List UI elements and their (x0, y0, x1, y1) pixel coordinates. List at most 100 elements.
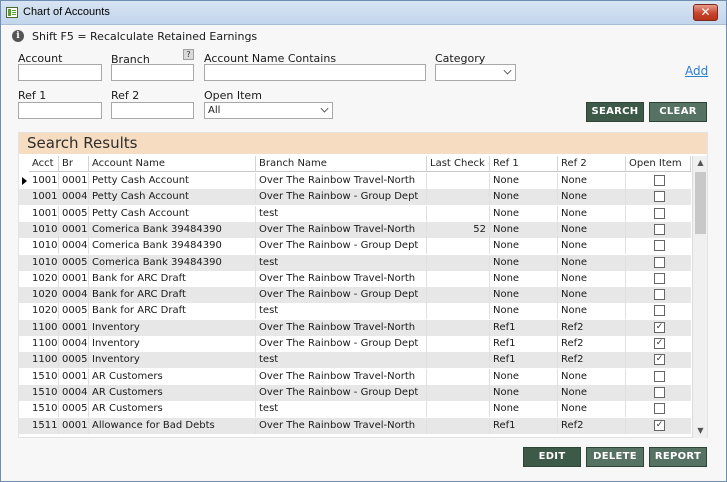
col-br-header[interactable]: Br (59, 156, 89, 172)
cell-name: Bank for ARC Draft (89, 287, 256, 304)
table-row[interactable]: 1510 0004 AR Customers Over The Rainbow - G… (19, 384, 691, 401)
cell-name: Inventory (89, 352, 256, 369)
cell-branch: Over The Rainbow Travel-North (256, 368, 427, 385)
table-row[interactable]: 1020 0004 Bank for ARC Draft Over The Rainb… (19, 287, 691, 304)
open-item-checkbox[interactable]: ✓ (654, 419, 665, 431)
cell-ref2: None (558, 221, 626, 238)
table-row[interactable]: 1001 0001 Petty Cash Account Over The Rainb… (19, 173, 691, 189)
cell-ref1: None (490, 238, 558, 255)
cell-ref1: None (490, 287, 558, 304)
ref1-label: Ref 1 (18, 89, 47, 102)
table-row[interactable]: 1001 0004 Petty Cash Account Over The Rainb… (19, 189, 691, 206)
chevron-down-icon (503, 66, 512, 75)
open-item-checkbox[interactable]: ✓ (654, 338, 665, 349)
col-last-check-header[interactable]: Last Check # (427, 156, 490, 172)
open-item-value: All (208, 105, 221, 116)
cell-acct: 1001 (29, 205, 59, 222)
open-item-checkbox[interactable] (654, 240, 665, 252)
cell-branch: test (256, 401, 427, 418)
edit-button[interactable]: EDIT (523, 447, 581, 467)
close-button[interactable]: ✕ (693, 4, 718, 21)
table-row[interactable]: 1510 0001 AR Customers Over The Rainbow Tra… (19, 368, 691, 385)
table-row[interactable]: 1010 0001 Comerica Bank 39484390 Over The R… (19, 221, 691, 238)
cell-ref1: Ref1 (490, 352, 558, 369)
results-grid: Acct Br Account Name Branch Name Last Check … (19, 156, 707, 438)
cell-branch: test (256, 303, 427, 320)
open-item-checkbox[interactable]: ✓ (654, 354, 665, 366)
account-field[interactable] (18, 64, 102, 81)
ref2-field[interactable] (111, 102, 194, 119)
clear-button[interactable]: CLEAR (649, 102, 707, 122)
cell-br: 0001 (59, 221, 89, 238)
report-button[interactable]: REPORT (649, 447, 707, 467)
cell-ref2: None (558, 173, 626, 189)
table-row[interactable]: 1010 0004 Comerica Bank 39484390 Over The R… (19, 238, 691, 255)
account-name-contains-field[interactable] (204, 64, 426, 81)
col-ref1-header[interactable]: Ref 1 (490, 156, 558, 172)
cell-branch: Over The Rainbow - Group Dept (256, 384, 427, 401)
cell-name: AR Customers (89, 368, 256, 385)
cell-branch: Over The Rainbow Travel-North (256, 270, 427, 287)
col-branch-name-header[interactable]: Branch Name (256, 156, 427, 172)
cell-acct: 1510 (29, 401, 59, 418)
col-ref2-header[interactable]: Ref 2 (558, 156, 626, 172)
cell-ref1: None (490, 205, 558, 222)
vertical-scrollbar[interactable]: ▲ ▼ (692, 156, 707, 438)
scroll-down-icon[interactable]: ▼ (693, 424, 708, 438)
ref1-field[interactable] (18, 102, 102, 119)
cell-ref2: None (558, 238, 626, 255)
table-row[interactable]: 1001 0005 Petty Cash Account test None None (19, 205, 691, 222)
delete-button[interactable]: DELETE (586, 447, 644, 467)
table-row[interactable]: 1510 0005 AR Customers test None None (19, 401, 691, 418)
cell-ref1: None (490, 189, 558, 206)
search-button[interactable]: SEARCH (586, 102, 644, 122)
open-item-checkbox[interactable] (654, 223, 665, 235)
cell-ref1: Ref1 (490, 336, 558, 352)
open-item-checkbox[interactable] (654, 386, 665, 398)
open-item-checkbox[interactable] (654, 403, 665, 415)
branch-help-icon[interactable]: ? (183, 49, 194, 60)
table-row[interactable]: 1020 0005 Bank for ARC Draft test None None (19, 303, 691, 320)
open-item-checkbox[interactable] (654, 305, 665, 317)
cell-br: 0005 (59, 352, 89, 369)
open-item-checkbox[interactable] (654, 272, 665, 284)
cell-last-check (427, 336, 490, 352)
open-item-checkbox[interactable]: ✓ (654, 321, 665, 333)
table-row[interactable]: 1010 0005 Comerica Bank 39484390 test None No… (19, 254, 691, 271)
cell-last-check (427, 384, 490, 401)
form-content: i Shift F5 = Recalculate Retained Earnin… (2, 26, 726, 481)
table-row[interactable]: 1511 0001 Allowance for Bad Debts Over The … (19, 417, 691, 434)
col-acct-header[interactable]: Acct (29, 156, 59, 172)
table-row[interactable]: 1100 0001 Inventory Over The Rainbow Travel… (19, 319, 691, 336)
cell-acct: 1100 (29, 352, 59, 369)
cell-ref1: Ref1 (490, 319, 558, 336)
open-item-checkbox[interactable] (654, 370, 665, 382)
col-account-name-header[interactable]: Account Name (89, 156, 256, 172)
cell-br: 0005 (59, 254, 89, 271)
cell-br: 0001 (59, 417, 89, 434)
open-item-checkbox[interactable] (654, 191, 665, 203)
branch-field[interactable] (111, 64, 194, 81)
add-link[interactable]: Add (685, 64, 708, 78)
table-row[interactable]: 1100 0005 Inventory test Ref1 Ref2 ✓ (19, 352, 691, 369)
open-item-select[interactable]: All (204, 102, 333, 119)
cell-br: 0005 (59, 303, 89, 320)
cell-last-check (427, 254, 490, 271)
cell-br: 0004 (59, 384, 89, 401)
cell-acct: 1001 (29, 173, 59, 189)
cell-br: 0004 (59, 238, 89, 255)
cell-br: 0005 (59, 401, 89, 418)
open-item-checkbox[interactable] (654, 256, 665, 268)
col-open-item-header[interactable]: Open Item (626, 156, 691, 172)
scroll-up-icon[interactable]: ▲ (693, 156, 708, 170)
category-select[interactable] (435, 64, 516, 81)
scroll-thumb[interactable] (695, 172, 706, 234)
open-item-checkbox[interactable] (654, 175, 665, 186)
cell-acct: 1010 (29, 238, 59, 255)
open-item-checkbox[interactable] (654, 207, 665, 219)
open-item-checkbox[interactable] (654, 289, 665, 301)
table-row[interactable]: 1020 0001 Bank for ARC Draft Over The Rainb… (19, 270, 691, 287)
cell-ref1: None (490, 173, 558, 189)
table-row[interactable]: 1100 0004 Inventory Over The Rainbow - Grou… (19, 336, 691, 352)
cell-name: Comerica Bank 39484390 (89, 221, 256, 238)
